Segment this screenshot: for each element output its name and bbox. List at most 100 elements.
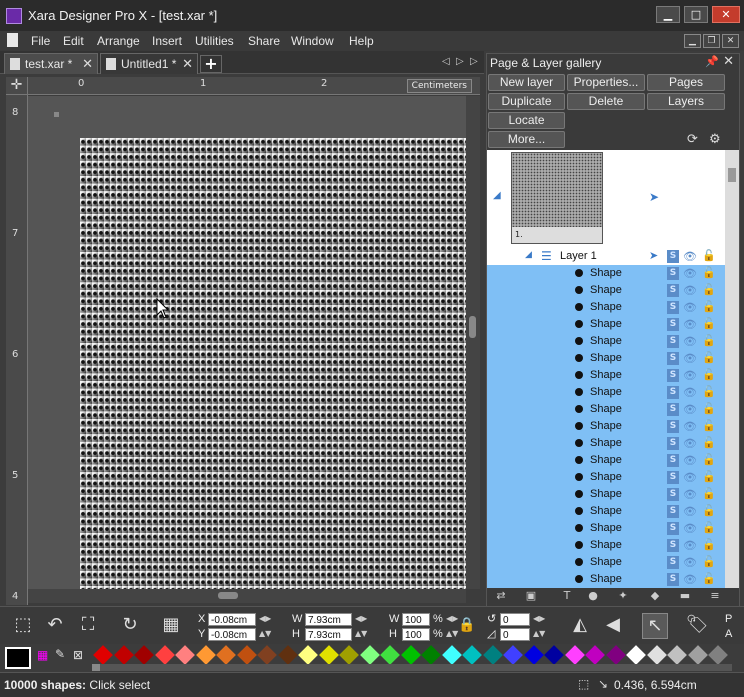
duplicate-button[interactable]: Duplicate: [488, 93, 565, 110]
shape-visibility-icon[interactable]: 👁: [683, 573, 697, 586]
menu-arrange[interactable]: Arrange: [97, 34, 140, 48]
shape-row[interactable]: Shape S 👁 🔓: [487, 537, 725, 554]
horizontal-ruler[interactable]: 0 1 2 Centimeters: [28, 77, 480, 95]
select-inside-icon[interactable]: ↖: [642, 613, 668, 639]
shape-s-icon[interactable]: S: [667, 488, 679, 501]
shape-s-icon[interactable]: S: [667, 352, 679, 365]
color-swatch[interactable]: [236, 645, 257, 665]
layer-lock-icon[interactable]: 🔓: [702, 249, 716, 262]
shape-lock-icon[interactable]: 🔓: [702, 300, 716, 313]
color-swatch[interactable]: [421, 645, 441, 665]
shape-s-icon[interactable]: S: [667, 386, 679, 399]
shape-s-icon[interactable]: S: [667, 573, 679, 586]
flip-horizontal-icon[interactable]: ◭: [567, 613, 593, 639]
fill-tool-icon[interactable]: ⛶: [75, 613, 101, 639]
color-icon[interactable]: ●: [585, 589, 601, 603]
shape-lock-icon[interactable]: 🔓: [702, 266, 716, 279]
color-swatch[interactable]: [605, 645, 626, 665]
pin-icon[interactable]: 📌: [705, 55, 719, 68]
rotate-spin-icon[interactable]: ◀▶: [533, 614, 545, 623]
menu-share[interactable]: Share: [248, 34, 280, 48]
rotate-tool-icon[interactable]: ⇄: [493, 589, 509, 603]
page-select-arrow-icon[interactable]: ➤: [649, 190, 659, 204]
shape-row[interactable]: Shape S 👁 🔓: [487, 435, 725, 452]
shape-visibility-icon[interactable]: 👁: [683, 369, 697, 382]
tab-scroll-right-icon[interactable]: ▷: [456, 56, 464, 67]
height-spin-icon[interactable]: ▲▼: [355, 629, 367, 638]
no-color-icon[interactable]: ⊠: [73, 648, 83, 662]
color-swatch[interactable]: [298, 645, 318, 665]
shape-lock-icon[interactable]: 🔓: [702, 572, 716, 585]
menu-utilities[interactable]: Utilities: [195, 34, 234, 48]
mdi-restore-button[interactable]: ❐: [703, 34, 720, 48]
tab-test-xar[interactable]: test.xar * ✕: [4, 53, 98, 74]
vertical-ruler[interactable]: 8 7 6 5 4: [6, 95, 28, 605]
flip-vertical-icon[interactable]: ◀: [600, 613, 626, 639]
color-swatch[interactable]: [667, 645, 687, 665]
shape-s-icon[interactable]: S: [667, 437, 679, 450]
shape-lock-icon[interactable]: 🔓: [702, 351, 716, 364]
shape-visibility-icon[interactable]: 👁: [683, 539, 697, 552]
page-expand-icon[interactable]: ◢: [493, 190, 501, 201]
text-icon[interactable]: T: [559, 589, 575, 603]
shape-row[interactable]: Shape S 👁 🔓: [487, 418, 725, 435]
y-field[interactable]: -0.08cm: [208, 628, 256, 641]
shape-s-icon[interactable]: S: [667, 267, 679, 280]
height-field[interactable]: 7.93cm: [305, 628, 352, 641]
tag-tool-icon[interactable]: 🏷: [684, 613, 710, 639]
shape-s-icon[interactable]: S: [667, 505, 679, 518]
shape-visibility-icon[interactable]: 👁: [683, 318, 697, 331]
color-swatch[interactable]: [134, 645, 154, 665]
menu-insert[interactable]: Insert: [152, 34, 182, 48]
transform-tool-icon[interactable]: ↻: [117, 613, 143, 639]
status-options-icon[interactable]: ↘: [598, 677, 608, 691]
shape-lock-icon[interactable]: 🔓: [702, 419, 716, 432]
tab-list-icon[interactable]: ▷: [470, 56, 478, 67]
minimize-button[interactable]: ▁: [656, 6, 680, 23]
shape-row[interactable]: Shape S 👁 🔓: [487, 350, 725, 367]
shape-grid-pattern[interactable]: [80, 138, 466, 589]
tab-close-icon[interactable]: ✕: [82, 56, 93, 72]
shape-visibility-icon[interactable]: 👁: [683, 352, 697, 365]
color-swatch[interactable]: [339, 645, 359, 665]
shape-row[interactable]: Shape S 👁 🔓: [487, 299, 725, 316]
color-swatch[interactable]: [400, 645, 421, 665]
height-percent-field[interactable]: 100: [402, 628, 430, 641]
folder-icon[interactable]: ▬: [677, 589, 693, 603]
effects-icon[interactable]: ✦: [615, 589, 631, 603]
grid-icon[interactable]: ▦: [158, 613, 184, 639]
refresh-icon[interactable]: ⟳: [687, 132, 698, 147]
skew-spin-icon[interactable]: ▲▼: [533, 629, 545, 638]
shape-s-icon[interactable]: S: [667, 301, 679, 314]
selector-tool-icon[interactable]: ⬚: [10, 613, 36, 639]
add-tab-button[interactable]: +: [200, 55, 222, 73]
color-swatch[interactable]: [646, 645, 667, 665]
shape-row[interactable]: Shape S 👁 🔓: [487, 469, 725, 486]
shape-editor-tool-icon[interactable]: ↶: [42, 613, 68, 639]
color-swatch[interactable]: [277, 645, 298, 665]
page-thumbnail[interactable]: 1.: [511, 152, 603, 244]
properties-button[interactable]: Properties...: [567, 74, 645, 91]
shape-s-icon[interactable]: S: [667, 420, 679, 433]
shape-row[interactable]: Shape S 👁 🔓: [487, 452, 725, 469]
aspect-lock-icon[interactable]: 🔒: [454, 613, 480, 639]
shape-visibility-icon[interactable]: 👁: [683, 386, 697, 399]
canvas-vertical-scrollbar[interactable]: [466, 96, 480, 589]
shape-row[interactable]: Shape S 👁 🔓: [487, 486, 725, 503]
color-swatch[interactable]: [216, 645, 236, 665]
shape-visibility-icon[interactable]: 👁: [683, 471, 697, 484]
maximize-button[interactable]: □: [684, 6, 708, 23]
more-button[interactable]: More...: [488, 131, 565, 148]
image-icon[interactable]: ▣: [523, 589, 539, 603]
shape-s-icon[interactable]: S: [667, 318, 679, 331]
shape-visibility-icon[interactable]: 👁: [683, 284, 697, 297]
color-swatch[interactable]: [195, 645, 216, 665]
scrollbar-thumb[interactable]: [92, 664, 100, 671]
shape-lock-icon[interactable]: 🔓: [702, 385, 716, 398]
document-canvas[interactable]: [28, 96, 466, 589]
color-swatch[interactable]: [93, 645, 113, 665]
color-swatch[interactable]: [482, 645, 503, 665]
snap-icon[interactable]: ⬚: [578, 677, 589, 691]
scrollbar-thumb[interactable]: [218, 592, 238, 599]
shape-row[interactable]: Shape S 👁 🔓: [487, 401, 725, 418]
